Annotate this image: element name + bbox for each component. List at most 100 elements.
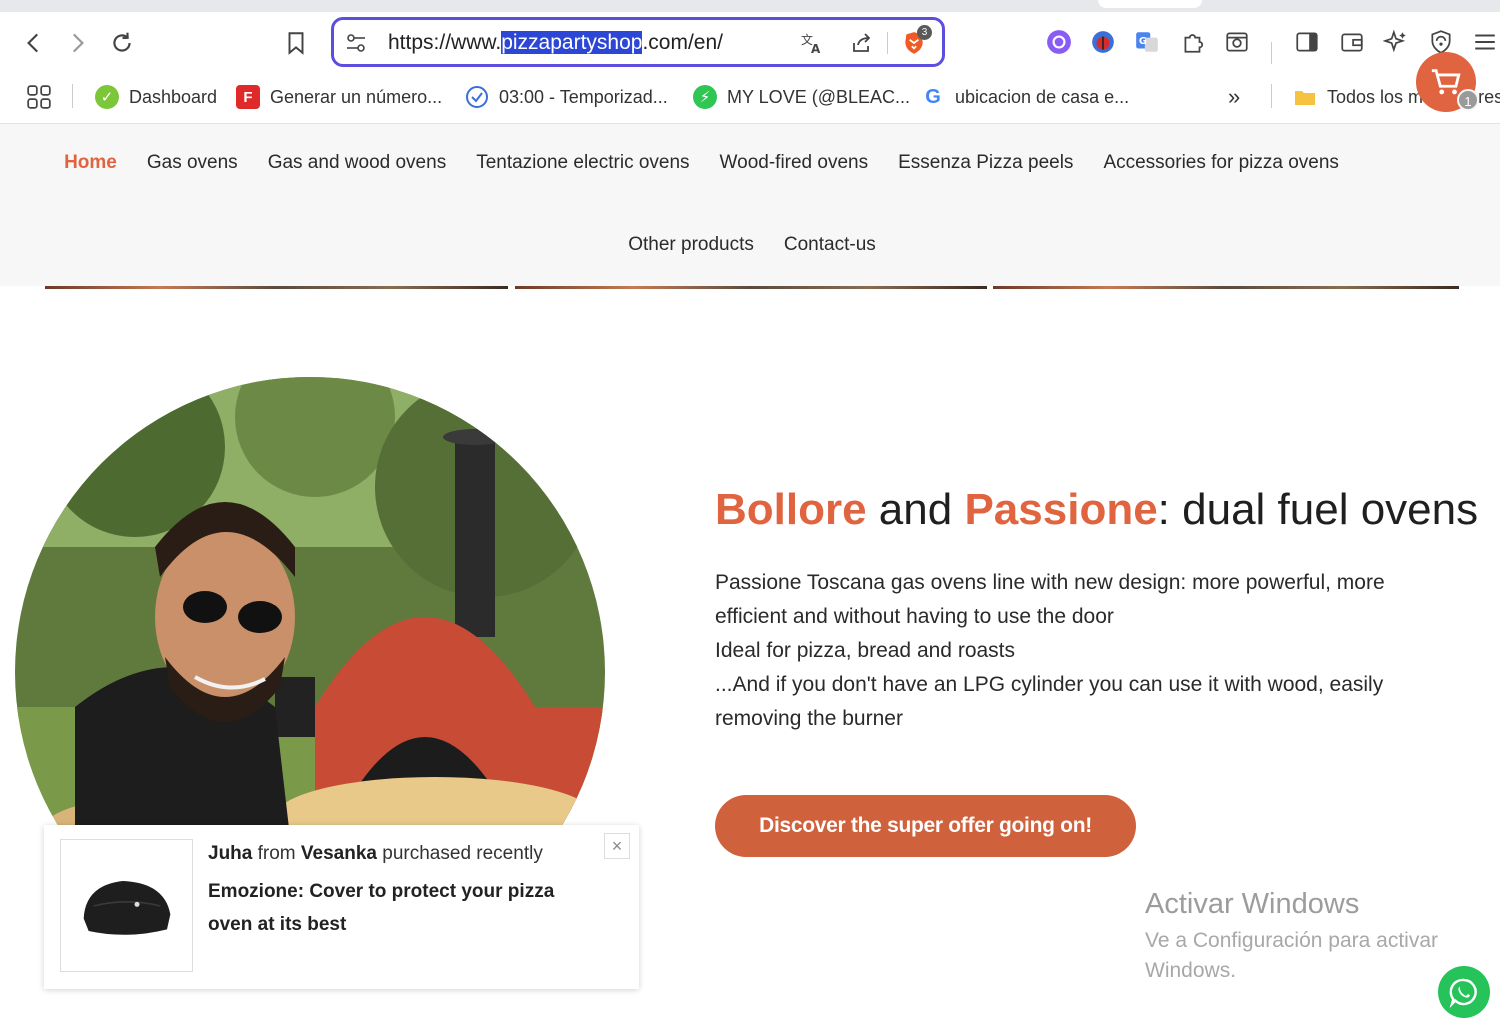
site-settings-icon[interactable] xyxy=(344,31,368,55)
hero-description: Passione Toscana gas ovens line with new… xyxy=(715,566,1455,736)
share-icon xyxy=(853,33,871,52)
hero-title-bollore: Bollore xyxy=(715,485,867,534)
nav-link-other-products[interactable]: Other products xyxy=(628,234,754,256)
folder-icon xyxy=(1293,85,1317,109)
url-prefix: https://www. xyxy=(388,31,502,54)
buyer-name: Juha xyxy=(208,843,253,864)
hamburger-icon xyxy=(1475,34,1495,50)
chevron-double-right-icon: » xyxy=(1228,84,1241,109)
slider-strip xyxy=(993,286,1459,289)
close-popup-button[interactable]: × xyxy=(604,833,630,859)
close-icon: × xyxy=(611,835,623,856)
nav-link-wood-fired[interactable]: Wood-fired ovens xyxy=(720,152,869,174)
google-translate-extension-button[interactable]: G xyxy=(1131,26,1163,58)
buyer-city: Vesanka xyxy=(300,843,377,864)
bookmark-icon xyxy=(288,32,304,55)
product-thumbnail[interactable] xyxy=(60,839,193,972)
from-word: from xyxy=(252,843,301,864)
reload-button[interactable] xyxy=(105,26,139,60)
bookmark-my-love[interactable]: ⚡ MY LOVE (@BLEAC... xyxy=(693,82,910,112)
bookmark-generar-numero[interactable]: F Generar un número... xyxy=(236,82,442,112)
apps-grid-icon xyxy=(27,85,51,109)
apps-button[interactable] xyxy=(26,82,52,112)
google-translate-icon: G xyxy=(1136,32,1158,52)
nav-link-contact[interactable]: Contact-us xyxy=(784,234,876,256)
bookmark-ubicacion[interactable]: G ubicacion de casa e... xyxy=(921,82,1129,112)
back-button[interactable] xyxy=(17,26,51,60)
nav-link-gas-wood-ovens[interactable]: Gas and wood ovens xyxy=(268,152,447,174)
translate-icon: 文A xyxy=(801,32,821,55)
sparkle-icon xyxy=(1383,29,1406,53)
nav-link-gas-ovens[interactable]: Gas ovens xyxy=(147,152,238,174)
timer-check-favicon xyxy=(465,85,489,109)
windows-activation-subtitle: Ve a Configuración para activar Windows. xyxy=(1145,929,1439,982)
extensions-menu-button[interactable] xyxy=(1177,26,1209,58)
main-menu-button[interactable] xyxy=(1469,26,1500,58)
svg-text:A: A xyxy=(811,42,821,55)
reader-icon xyxy=(1226,32,1248,52)
bookmark-label: ubicacion de casa e... xyxy=(955,86,1130,107)
nav-link-tentazione[interactable]: Tentazione electric ovens xyxy=(476,152,689,174)
slider-strip xyxy=(515,286,987,289)
bookmarks-divider-right xyxy=(1271,84,1272,108)
share-button[interactable] xyxy=(848,29,876,57)
nav-row-secondary: Other products Contact-us xyxy=(0,234,1500,256)
address-bar[interactable]: https://www.pizzapartyshop.com/en/ 文A 3 xyxy=(331,17,945,67)
hero-body-line: ...And if you don't have an LPG cylinder… xyxy=(715,673,1384,730)
purchase-notice: Juha from Vesanka purchased recently xyxy=(208,843,543,865)
shield-count-badge: 3 xyxy=(917,25,932,40)
ladybug-icon xyxy=(1092,31,1114,53)
recent-purchase-popup[interactable]: Juha from Vesanka purchased recently Emo… xyxy=(44,825,639,989)
url-highlight: pizzapartyshop xyxy=(501,31,643,54)
bookmark-label: MY LOVE (@BLEAC... xyxy=(727,86,910,107)
hero-title-rest: : dual fuel ovens xyxy=(1157,485,1479,534)
bookmark-page-button[interactable] xyxy=(279,26,313,60)
dashboard-favicon: ✓ xyxy=(95,85,119,109)
wallet-button[interactable] xyxy=(1336,26,1368,58)
purchased-product-name[interactable]: Emozione: Cover to protect your pizza ov… xyxy=(208,875,598,941)
bookmarks-divider xyxy=(72,84,73,108)
nav-row-primary: Home Gas ovens Gas and wood ovens Tentaz… xyxy=(0,152,1500,174)
windows-activation-title: Activar Windows xyxy=(1145,888,1360,920)
nav-link-accessories[interactable]: Accessories for pizza ovens xyxy=(1103,152,1339,174)
translate-button[interactable]: 文A xyxy=(798,29,826,57)
purple-extension-icon xyxy=(1047,30,1071,54)
whatsapp-icon xyxy=(1449,978,1477,1008)
bookmark-temporizador[interactable]: 03:00 - Temporizad... xyxy=(465,82,668,112)
wallet-icon xyxy=(1341,33,1363,52)
hero-body-line: Passione Toscana gas ovens line with new… xyxy=(715,571,1385,628)
hero-body-line: Ideal for pizza, bread and roasts xyxy=(715,639,1016,662)
whatsapp-button[interactable] xyxy=(1438,966,1490,1018)
reader-mode-button[interactable] xyxy=(1221,26,1253,58)
brave-shields-button[interactable]: 3 xyxy=(900,25,932,57)
discover-offer-button[interactable]: Discover the super offer going on! xyxy=(715,795,1136,857)
google-favicon: G xyxy=(925,85,941,108)
extension-ladybug-button[interactable] xyxy=(1087,26,1119,58)
hero-title-passione: Passione xyxy=(964,485,1158,534)
bookmark-label: Generar un número... xyxy=(270,86,443,107)
nav-link-home[interactable]: Home xyxy=(64,152,117,174)
bookmark-label: 03:00 - Temporizad... xyxy=(499,86,668,107)
puzzle-icon xyxy=(1184,34,1204,53)
sidebar-icon xyxy=(1296,32,1318,52)
purchase-action: purchased recently xyxy=(377,843,543,864)
reload-icon xyxy=(113,32,131,52)
urlbar-divider xyxy=(887,32,888,54)
sidebar-toggle-button[interactable] xyxy=(1291,26,1323,58)
bookmarks-overflow-button[interactable]: » xyxy=(1228,82,1240,112)
leo-ai-button[interactable] xyxy=(1380,26,1412,58)
bookmark-dashboard[interactable]: ✓ Dashboard xyxy=(95,82,217,112)
hero-title: Bollore and Passione: dual fuel ovens xyxy=(715,482,1478,538)
nav-link-pizza-peels[interactable]: Essenza Pizza peels xyxy=(898,152,1073,174)
tab-strip xyxy=(0,0,1500,12)
lightning-favicon: ⚡ xyxy=(693,85,717,109)
bookmark-label: Dashboard xyxy=(129,86,218,107)
toolbar-divider xyxy=(1271,42,1272,64)
url-text[interactable]: https://www.pizzapartyshop.com/en/ xyxy=(388,30,723,56)
url-suffix: .com/en/ xyxy=(642,31,723,54)
active-tab-edge[interactable] xyxy=(1098,0,1202,8)
extension-purple-button[interactable] xyxy=(1043,26,1075,58)
forward-button[interactable] xyxy=(60,26,94,60)
shield-icon xyxy=(1431,30,1451,54)
browser-toolbar: https://www.pizzapartyshop.com/en/ 文A 3 … xyxy=(0,12,1500,72)
